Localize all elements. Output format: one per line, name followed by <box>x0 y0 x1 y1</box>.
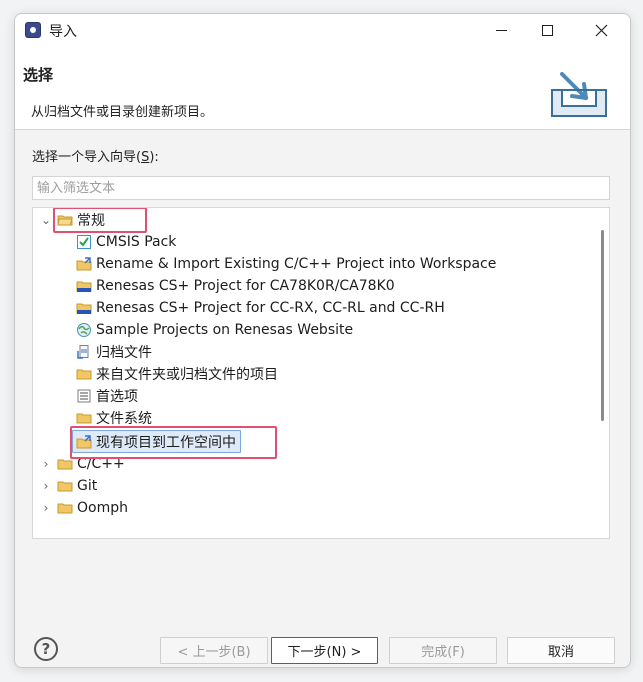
folder-icon <box>57 478 73 494</box>
tree-label: Renesas CS+ Project for CC-RX, CC-RL and… <box>96 300 445 316</box>
import-dialog: 导入 选择 从归档文件或目录创建新项目。 选择一个导入向导(S): 输入筛选文本… <box>14 13 631 668</box>
preferences-icon <box>76 388 92 404</box>
wizard-tree: ⌄ 常规 CMSIS Pack Rename & Import Existing… <box>32 207 610 539</box>
folder-icon <box>76 410 92 426</box>
wizard-header: 选择 从归档文件或目录创建新项目。 <box>15 46 630 130</box>
filter-input[interactable] <box>32 176 610 200</box>
tree-item-existing-project-workspace[interactable]: 现有项目到工作空间中 <box>72 430 241 453</box>
tree-item-renesas-ca78k0r[interactable]: Renesas CS+ Project for CA78K0R/CA78K0 <box>76 275 395 297</box>
tree-item-archive-file[interactable]: 归档文件 <box>76 341 152 363</box>
globe-icon <box>76 322 92 338</box>
close-icon <box>595 24 607 36</box>
tree-scrollbar[interactable] <box>597 208 609 538</box>
folder-icon <box>57 500 73 516</box>
tree-item-git[interactable]: › Git <box>38 475 98 497</box>
wizard-body: 选择一个导入向导(S): ⌄ 常规 CMSIS Pack <box>15 130 630 667</box>
chevron-right-icon[interactable]: › <box>38 456 54 472</box>
app-icon <box>25 22 41 38</box>
wizard-label-prefix: 选择一个导入向导( <box>32 150 142 165</box>
close-button[interactable] <box>578 14 624 46</box>
tree-label: 文件系统 <box>96 411 152 427</box>
tree-label: Renesas CS+ Project for CA78K0R/CA78K0 <box>96 278 395 294</box>
tree-label: Git <box>77 478 98 494</box>
tree-item-cpp[interactable]: › C/C++ <box>38 453 125 475</box>
tree-item-preferences[interactable]: 首选项 <box>76 385 138 407</box>
archive-file-icon <box>76 344 92 360</box>
tree-label: Sample Projects on Renesas Website <box>96 322 354 338</box>
tree-item-renesas-ccrx[interactable]: Renesas CS+ Project for CC-RX, CC-RL and… <box>76 297 445 319</box>
tree-item-file-system[interactable]: 文件系统 <box>76 407 152 429</box>
folder-open-icon <box>57 212 73 228</box>
tree-label: 现有项目到工作空间中 <box>96 434 236 451</box>
page-title: 选择 <box>23 66 54 84</box>
folder-icon <box>76 366 92 382</box>
wizard-label-suffix: ): <box>149 150 159 165</box>
maximize-icon <box>541 24 553 36</box>
maximize-button[interactable] <box>524 14 570 46</box>
tree-label: 首选项 <box>96 389 138 405</box>
tree-item-folder-or-archive[interactable]: 来自文件夹或归档文件的项目 <box>76 363 278 385</box>
chevron-right-icon[interactable]: › <box>38 478 54 494</box>
tree-item-sample-projects[interactable]: Sample Projects on Renesas Website <box>76 319 353 341</box>
tree-item-rename-import[interactable]: Rename & Import Existing C/C++ Project i… <box>76 253 496 275</box>
workspace-project-icon <box>76 434 92 450</box>
minimize-button[interactable] <box>478 14 524 46</box>
tree-item-general[interactable]: ⌄ 常规 <box>38 209 105 231</box>
chevron-right-icon[interactable]: › <box>38 500 54 516</box>
tree-label: C/C++ <box>77 456 125 472</box>
next-button[interactable]: 下一步(N) > <box>271 637 378 664</box>
cancel-button[interactable]: 取消 <box>507 637 615 664</box>
finish-button[interactable]: 完成(F) <box>389 637 497 664</box>
cmsis-check-icon <box>76 234 92 250</box>
tree-scrollbar-thumb[interactable] <box>601 230 604 421</box>
tree-label: 归档文件 <box>96 345 152 361</box>
titlebar: 导入 <box>15 14 630 46</box>
renesas-folder-icon <box>76 300 92 316</box>
window-title: 导入 <box>49 24 77 40</box>
rename-import-icon <box>76 256 92 272</box>
tree-label: 来自文件夹或归档文件的项目 <box>96 367 278 383</box>
import-tray-icon <box>551 72 607 117</box>
wizard-label: 选择一个导入向导(S): <box>32 146 159 165</box>
page-description: 从归档文件或目录创建新项目。 <box>31 105 214 120</box>
help-button[interactable]: ? <box>34 637 58 661</box>
folder-icon <box>57 456 73 472</box>
tree-item-oomph[interactable]: › Oomph <box>38 497 128 519</box>
tree-label: CMSIS Pack <box>96 234 177 250</box>
minimize-icon <box>495 29 507 31</box>
tree-label: Oomph <box>77 500 128 516</box>
renesas-folder-icon <box>76 278 92 294</box>
tree-label: 常规 <box>77 213 105 229</box>
previous-button[interactable]: < 上一步(B) <box>160 637 268 664</box>
tree-label: Rename & Import Existing C/C++ Project i… <box>96 256 497 272</box>
chevron-down-icon[interactable]: ⌄ <box>38 212 54 228</box>
tree-item-cmsis-pack[interactable]: CMSIS Pack <box>76 231 176 253</box>
